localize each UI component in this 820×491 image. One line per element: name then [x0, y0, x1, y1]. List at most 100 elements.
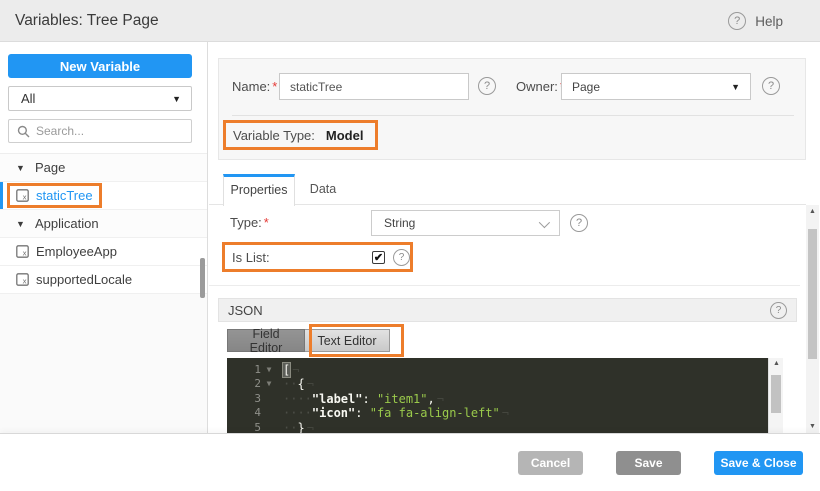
search-icon — [17, 125, 30, 137]
name-field[interactable] — [279, 73, 469, 100]
variable-detail-panel: Name:* ? Owner:* Page ▼ ? Variable Type:… — [209, 42, 820, 433]
title-bar: Variables: Tree Page ? Help — [0, 0, 820, 42]
fold-gutter — [261, 392, 277, 406]
code-text: [ — [281, 362, 768, 378]
section-divider — [209, 285, 800, 286]
tab-properties[interactable]: Properties — [223, 174, 295, 206]
tree-item-label: supportedLocale — [36, 272, 133, 287]
field-editor-button[interactable]: Field Editor — [227, 327, 305, 355]
caret-down-icon: ▼ — [172, 93, 181, 104]
fold-caret-icon[interactable]: ▼ — [261, 377, 277, 391]
owner-label: Owner:* — [516, 73, 565, 100]
name-label: Name: * — [232, 79, 278, 94]
caret-down-icon: ▼ — [731, 81, 740, 92]
variables-tree: ▼ Page x staticTree ▼ Application x Empl… — [0, 153, 207, 294]
collapse-caret-icon: ▼ — [16, 162, 25, 173]
filter-selected-value: All — [21, 91, 36, 106]
variable-type-annotation-box: Variable Type: Model — [223, 120, 379, 150]
sidebar-controls: New Variable All ▼ — [0, 42, 207, 153]
line-number: 3 — [254, 391, 261, 405]
detail-tabbar: Properties Data — [209, 174, 806, 206]
tree-item-employeeapp[interactable]: x EmployeeApp — [0, 238, 207, 266]
code-line: 3 ····"label": "item1", — [227, 392, 768, 406]
owner-select[interactable]: Page ▼ — [561, 73, 751, 100]
new-variable-button[interactable]: New Variable — [8, 54, 192, 78]
tree-item-statictree[interactable]: x staticTree — [0, 182, 207, 210]
fold-caret-icon[interactable]: ▼ — [261, 363, 277, 377]
code-line: 4 ····"icon": "fa fa-align-left" — [227, 406, 768, 420]
model-variable-icon: x — [16, 273, 29, 286]
tree-group-label: Application — [35, 216, 99, 231]
code-text: ····"label": "item1", — [283, 392, 768, 406]
code-text: ····"icon": "fa fa-align-left" — [283, 406, 768, 420]
panel-scrollbar[interactable]: ▲ ▼ — [806, 205, 819, 433]
line-number: 1 — [254, 363, 261, 376]
dialog-footer: Cancel Save Save & Close — [0, 433, 820, 491]
json-title: JSON — [228, 302, 263, 318]
tree-group-application[interactable]: ▼ Application — [0, 210, 207, 238]
help-icon: ? — [728, 12, 747, 30]
type-help-icon[interactable]: ? — [570, 214, 588, 232]
type-selected-value: String — [384, 216, 416, 230]
code-line: 5 ··} — [227, 421, 768, 433]
annotation-box: x staticTree — [7, 183, 102, 208]
save-and-close-button[interactable]: Save & Close — [714, 450, 803, 475]
cancel-button[interactable]: Cancel — [518, 450, 583, 475]
type-select[interactable]: String — [371, 210, 560, 236]
variable-type-label: Variable Type: — [233, 127, 315, 143]
variable-filter-select[interactable]: All ▼ — [8, 86, 192, 111]
owner-selected-value: Page — [572, 79, 601, 94]
variable-summary-card: Name:* ? Owner:* Page ▼ ? Variable Type:… — [218, 58, 806, 160]
code-text: ··{ — [283, 377, 768, 391]
scroll-up-icon[interactable]: ▲ — [769, 360, 783, 367]
model-variable-icon: x — [16, 245, 29, 258]
search-box — [8, 119, 192, 143]
required-asterisk: * — [272, 79, 278, 94]
card-divider — [232, 115, 794, 116]
dialog-body: New Variable All ▼ ▼ Page — [0, 42, 820, 433]
fold-gutter — [261, 421, 277, 433]
svg-text:x: x — [23, 194, 27, 202]
required-asterisk: * — [263, 215, 269, 230]
scroll-up-icon[interactable]: ▲ — [806, 208, 819, 215]
text-editor-button[interactable]: Text Editor — [305, 329, 390, 352]
variables-sidebar: New Variable All ▼ ▼ Page — [0, 42, 208, 433]
json-code-editor[interactable]: 1▼ [2▼ ··{ 3 ····"label": "item1", 4 ····"icon… — [227, 358, 783, 433]
tab-data[interactable]: Data — [295, 174, 351, 205]
tree-group-label: Page — [35, 160, 66, 175]
is-list-help-icon[interactable]: ? — [393, 248, 410, 266]
line-number: 4 — [254, 406, 261, 420]
save-button[interactable]: Save — [616, 450, 681, 475]
code-line: 2 ▼ ··{ — [227, 377, 768, 391]
name-help-icon[interactable]: ? — [478, 77, 496, 95]
variables-dialog: Variables: Tree Page ? Help New Variable… — [0, 0, 820, 491]
help-button[interactable]: ? Help — [728, 0, 783, 42]
chevron-down-icon — [538, 216, 551, 229]
json-section: JSON ? Field Editor Text Editor 1▼ [2▼ ··{… — [218, 298, 797, 433]
tree-group-page[interactable]: ▼ Page — [0, 154, 207, 182]
is-list-annotation-box: Is List: ✔ ? — [222, 242, 413, 272]
json-section-header: JSON ? — [218, 298, 797, 322]
fold-gutter — [261, 406, 277, 420]
editor-scrollbar-thumb[interactable] — [771, 375, 781, 413]
owner-help-icon[interactable]: ? — [762, 77, 780, 95]
editor-mode-toggle: Field Editor Text Editor — [227, 324, 404, 357]
type-label: Type: * — [230, 215, 269, 230]
search-input[interactable] — [36, 124, 166, 138]
model-variable-icon: x — [16, 189, 29, 202]
page-title: Variables: Tree Page — [15, 12, 159, 29]
line-number: 5 — [254, 420, 261, 433]
line-number: 2 — [254, 377, 261, 391]
tree-item-label: EmployeeApp — [36, 244, 117, 259]
editor-scrollbar[interactable]: ▲ — [768, 358, 783, 433]
svg-text:x: x — [23, 250, 27, 258]
json-help-icon[interactable]: ? — [770, 301, 787, 319]
sidebar-scrollbar-thumb[interactable] — [200, 258, 205, 298]
is-list-label: Is List: — [232, 249, 270, 265]
scroll-down-icon[interactable]: ▼ — [806, 423, 819, 430]
tree-item-supportedlocale[interactable]: x supportedLocale — [0, 266, 207, 294]
help-label: Help — [755, 13, 783, 29]
panel-scrollbar-thumb[interactable] — [808, 229, 817, 359]
svg-text:x: x — [23, 278, 27, 286]
is-list-checkbox[interactable]: ✔ — [372, 250, 385, 264]
